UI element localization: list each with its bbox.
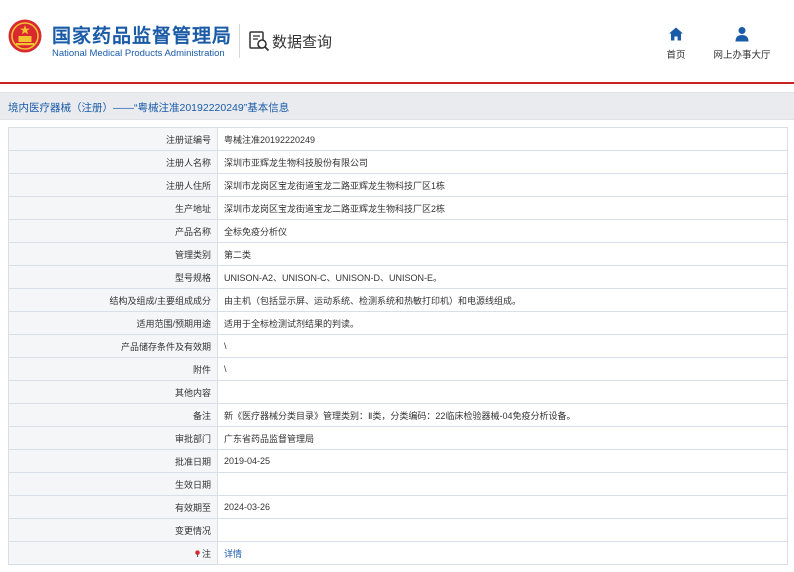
field-label: 产品名称 bbox=[8, 219, 218, 243]
field-label: 注册人住所 bbox=[8, 173, 218, 197]
header-divider bbox=[239, 24, 240, 58]
data-query-link[interactable]: 数据查询 bbox=[248, 29, 332, 53]
device-info-table: 注册证编号 粤械注准20192220249 注册人名称 深圳市亚辉龙生物科技股份有限公… bbox=[8, 127, 788, 565]
header-accent-line bbox=[0, 82, 794, 84]
field-value: UNISON-A2、UNISON-C、UNISON-D、UNISON-E。 bbox=[217, 265, 788, 289]
nav-online-office-button[interactable]: 网上办事大厅 bbox=[711, 26, 773, 61]
table-row: 有效期至 2024-03-26 bbox=[8, 495, 788, 519]
field-value: 深圳市亚辉龙生物科技股份有限公司 bbox=[217, 150, 788, 174]
pin-icon bbox=[195, 549, 200, 557]
field-label: 注 bbox=[8, 541, 218, 565]
table-row: 附件 \ bbox=[8, 357, 788, 381]
table-row: 注册人名称 深圳市亚辉龙生物科技股份有限公司 bbox=[8, 150, 788, 174]
field-label: 管理类别 bbox=[8, 242, 218, 266]
field-label: 批准日期 bbox=[8, 449, 218, 473]
field-value: \ bbox=[217, 334, 788, 358]
field-value: 2024-03-26 bbox=[217, 495, 788, 519]
field-label: 适用范围/预期用途 bbox=[8, 311, 218, 335]
table-row: 审批部门 广东省药品监督管理局 bbox=[8, 426, 788, 450]
search-document-icon bbox=[249, 31, 270, 52]
brand-name-en: National Medical Products Administration bbox=[52, 48, 225, 59]
site-header: 国家药品监督管理局 National Medical Products Admi… bbox=[0, 0, 794, 82]
field-value: 广东省药品监督管理局 bbox=[217, 426, 788, 450]
field-value: 2019-04-25 bbox=[217, 449, 788, 473]
table-row: 适用范围/预期用途 适用于全标检测试剂结果的判读。 bbox=[8, 311, 788, 335]
table-row: 批准日期 2019-04-25 bbox=[8, 449, 788, 473]
field-label: 型号规格 bbox=[8, 265, 218, 289]
table-row: 注册人住所 深圳市龙岗区宝龙街道宝龙二路亚辉龙生物科技厂区1栋 bbox=[8, 173, 788, 197]
brand-name-cn: 国家药品监督管理局 bbox=[52, 26, 233, 47]
field-value: 全标免疫分析仪 bbox=[217, 219, 788, 243]
table-row: 其他内容 bbox=[8, 380, 788, 404]
table-row: 产品储存条件及有效期 \ bbox=[8, 334, 788, 358]
nav-office-label: 网上办事大厅 bbox=[713, 50, 771, 61]
field-value: 详情 bbox=[217, 541, 788, 565]
breadcrumb-bar: 境内医疗器械（注册）——“粤械注准20192220249”基本信息 bbox=[0, 92, 794, 120]
table-row: 型号规格 UNISON-A2、UNISON-C、UNISON-D、UNISON-E… bbox=[8, 265, 788, 289]
table-row-note: 注 详情 bbox=[8, 541, 788, 565]
field-label: 其他内容 bbox=[8, 380, 218, 404]
table-row: 生效日期 bbox=[8, 472, 788, 496]
user-icon bbox=[735, 27, 749, 42]
table-row: 变更情况 bbox=[8, 518, 788, 542]
national-emblem-icon bbox=[8, 19, 42, 53]
field-value: 由主机（包括显示屏、运动系统、检测系统和热敏打印机）和电源线组成。 bbox=[217, 288, 788, 312]
field-label: 生产地址 bbox=[8, 196, 218, 220]
field-label: 审批部门 bbox=[8, 426, 218, 450]
field-value: 新《医疗器械分类目录》管理类别：Ⅱ类，分类编码：22临床检验器械-04免疫分析设… bbox=[217, 403, 788, 427]
field-label: 注册人名称 bbox=[8, 150, 218, 174]
data-query-label: 数据查询 bbox=[272, 33, 333, 51]
table-row: 备注 新《医疗器械分类目录》管理类别：Ⅱ类，分类编码：22临床检验器械-04免疫分… bbox=[8, 403, 788, 427]
field-label: 有效期至 bbox=[8, 495, 218, 519]
field-value: 粤械注准20192220249 bbox=[217, 127, 788, 151]
field-label: 附件 bbox=[8, 357, 218, 381]
field-label: 备注 bbox=[8, 403, 218, 427]
note-label-wrap: 注 bbox=[194, 547, 211, 560]
note-label: 注 bbox=[201, 548, 211, 559]
field-value: 适用于全标检测试剂结果的判读。 bbox=[217, 311, 788, 335]
detail-link[interactable]: 详情 bbox=[224, 549, 242, 559]
field-label: 产品储存条件及有效期 bbox=[8, 334, 218, 358]
field-value bbox=[217, 518, 788, 542]
table-row: 管理类别 第二类 bbox=[8, 242, 788, 266]
field-value bbox=[217, 472, 788, 496]
table-row: 生产地址 深圳市龙岗区宝龙街道宝龙二路亚辉龙生物科技厂区2栋 bbox=[8, 196, 788, 220]
field-value: \ bbox=[217, 357, 788, 381]
field-value: 深圳市龙岗区宝龙街道宝龙二路亚辉龙生物科技厂区1栋 bbox=[217, 173, 788, 197]
breadcrumb: 境内医疗器械（注册）——“粤械注准20192220249”基本信息 bbox=[8, 102, 290, 114]
field-label: 注册证编号 bbox=[8, 127, 218, 151]
field-value: 深圳市龙岗区宝龙街道宝龙二路亚辉龙生物科技厂区2栋 bbox=[217, 196, 788, 220]
table-row: 注册证编号 粤械注准20192220249 bbox=[8, 127, 788, 151]
table-row: 结构及组成/主要组成成分 由主机（包括显示屏、运动系统、检测系统和热敏打印机）和电… bbox=[8, 288, 788, 312]
home-icon bbox=[669, 27, 683, 41]
field-value bbox=[217, 380, 788, 404]
table-row: 产品名称 全标免疫分析仪 bbox=[8, 219, 788, 243]
nav-home-button[interactable]: 首页 bbox=[664, 26, 688, 61]
field-value: 第二类 bbox=[217, 242, 788, 266]
nav-home-label: 首页 bbox=[666, 50, 686, 61]
field-label: 生效日期 bbox=[8, 472, 218, 496]
field-label: 变更情况 bbox=[8, 518, 218, 542]
field-label: 结构及组成/主要组成成分 bbox=[8, 288, 218, 312]
